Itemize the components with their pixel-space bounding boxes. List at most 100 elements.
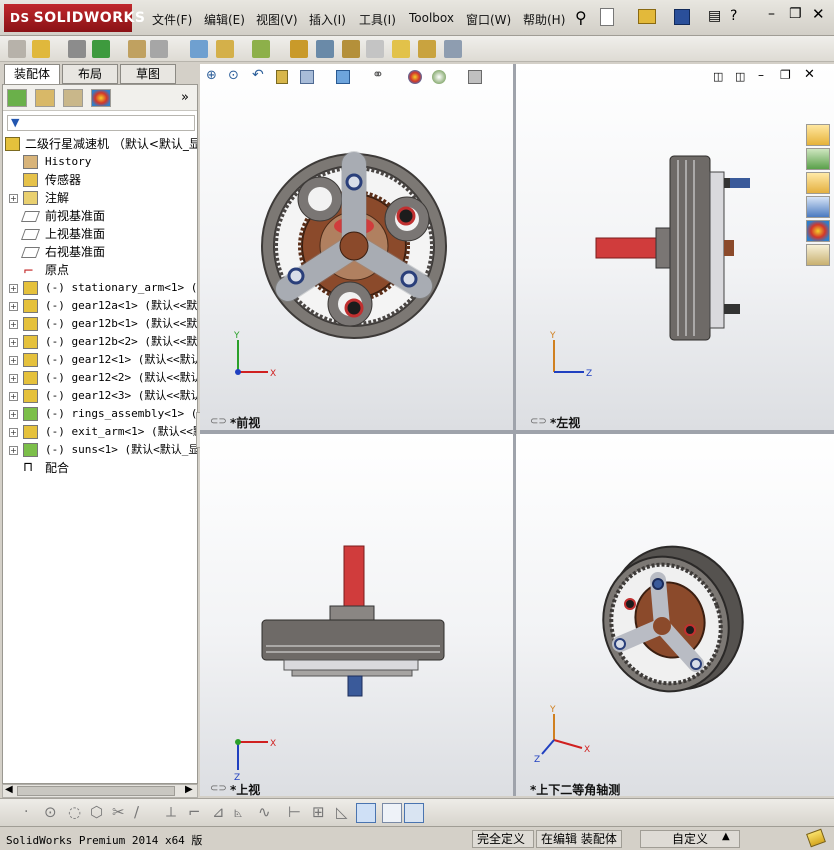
expand-toggle-icon[interactable]: + [9,392,18,401]
expand-toggle-icon[interactable]: + [9,356,18,365]
smart-fasteners-icon[interactable] [128,40,146,58]
menu-help[interactable]: 帮助(H) [523,11,565,28]
convert-icon[interactable]: ⦝ [234,803,243,821]
tree-item[interactable]: + (-) gear12<1> (默认<<默认 [3,351,197,369]
scroll-left-icon[interactable]: ◀ [5,784,13,795]
expand-toggle-icon[interactable]: + [9,410,18,419]
tree-item-label: (-) gear12<3> (默认<<默认 [45,389,197,402]
display-manager-icon[interactable] [91,89,111,107]
units-dropdown-icon[interactable]: ▲ [722,831,730,842]
tree-item[interactable]: + (-) gear12b<2> (默认<<默认 [3,333,197,351]
show-hidden-icon[interactable] [190,40,208,58]
tree-item[interactable]: ⌐ 原点 [3,261,197,279]
feature-manager-icon[interactable] [7,89,27,107]
interference-detection-icon[interactable] [392,40,410,58]
expand-toggle-icon[interactable]: + [9,194,18,203]
menu-toolbox[interactable]: Toolbox [409,11,454,25]
property-manager-icon[interactable] [35,89,55,107]
tree-item[interactable]: + (-) gear12b<1> (默认<<默认 [3,315,197,333]
tab-sketch[interactable]: 草图 [120,64,176,84]
dimension-icon[interactable]: ⊢ [288,803,301,821]
rebuild-tag-icon[interactable] [806,828,826,848]
menu-window[interactable]: 窗口(W) [466,11,511,28]
tab-layout[interactable]: 布局 [62,64,118,84]
clearance-verification-icon[interactable] [418,40,436,58]
tree-item[interactable]: 前视基准面 [3,207,197,225]
menu-view[interactable]: 视图(V) [256,11,298,28]
relations-icon[interactable]: ◺ [336,803,348,821]
open-folder-icon[interactable] [638,9,656,24]
tree-item[interactable]: + (-) gear12<2> (默认<<默认 [3,369,197,387]
trim-icon[interactable]: ✂ [112,803,125,821]
configuration-manager-icon[interactable] [63,89,83,107]
tree-item[interactable]: + (-) rings_assembly<1> (默认 [3,405,197,423]
expand-chevron-icon[interactable]: » [181,90,189,105]
scroll-right-icon[interactable]: ▶ [185,784,193,795]
menu-tools[interactable]: 工具(I) [359,11,396,28]
expand-toggle-icon[interactable]: + [9,320,18,329]
tree-item[interactable]: 右视基准面 [3,243,197,261]
paperclip-icon[interactable] [68,40,86,58]
expand-toggle-icon[interactable]: + [9,446,18,455]
tree-item[interactable]: + (-) gear12a<1> (默认<<默认 [3,297,197,315]
four-view-button[interactable] [404,803,424,823]
line-icon[interactable]: ∕ [134,803,139,821]
pin-icon[interactable]: ⚲ [575,8,587,27]
move-component-icon[interactable] [150,40,168,58]
polygon-icon[interactable]: ⬡ [90,803,103,821]
tree-root[interactable]: 二级行星减速机 （默认<默认_显 [3,135,197,153]
3d-view-button[interactable] [356,803,376,823]
expand-toggle-icon[interactable]: + [9,338,18,347]
menu-insert[interactable]: 插入(I) [309,11,346,28]
insert-component-icon[interactable] [8,40,26,58]
print-icon[interactable]: ▤ [708,8,721,24]
exploded-view-icon[interactable] [342,40,360,58]
expand-toggle-icon[interactable]: + [9,428,18,437]
mate-icon[interactable] [32,40,50,58]
panel-horizontal-scrollbar[interactable]: ◀ ▶ [2,784,198,798]
expand-toggle-icon[interactable]: + [9,374,18,383]
tab-assembly[interactable]: 装配体 [4,64,60,84]
point-icon[interactable]: · [24,804,28,820]
grid-icon[interactable]: ⊞ [312,803,325,821]
spline-icon[interactable]: ∿ [258,803,271,821]
menu-file[interactable]: 文件(F) [152,11,192,28]
arc-icon[interactable]: ◌ [68,803,81,821]
scroll-thumb[interactable] [17,786,175,796]
bill-of-materials-icon[interactable] [316,40,334,58]
assembly-features-icon[interactable] [216,40,234,58]
help-icon[interactable]: ? [730,8,737,24]
tree-item[interactable]: ⊓ 配合 [3,459,197,477]
offset-icon[interactable]: ⊿ [212,803,225,821]
restore-icon[interactable]: ❐ [789,6,802,22]
view-link-icon[interactable]: ⊂⊃ [210,783,227,794]
view-link-icon[interactable]: ⊂⊃ [530,416,547,427]
save-icon[interactable] [674,9,690,25]
menu-edit[interactable]: 编辑(E) [204,11,245,28]
expand-toggle-icon[interactable]: + [9,284,18,293]
minimize-icon[interactable]: – [768,6,775,22]
tree-item[interactable]: History [3,153,197,171]
instant3d-icon[interactable] [444,40,462,58]
single-view-button[interactable] [382,803,402,823]
new-document-icon[interactable] [600,8,614,26]
view-link-icon[interactable]: ⊂⊃ [210,416,227,427]
explode-line-sketch-icon[interactable] [366,40,384,58]
tree-item[interactable]: 传感器 [3,171,197,189]
linear-pattern-icon[interactable] [92,40,110,58]
tree-item[interactable]: 上视基准面 [3,225,197,243]
filter-input[interactable]: ▼ [7,115,195,131]
solidworks-logo[interactable]: DS SOLIDWORKS [4,4,145,32]
reference-geometry-icon[interactable] [252,40,270,58]
tree-item[interactable]: + (-) gear12<3> (默认<<默认 [3,387,197,405]
tree-item[interactable]: + 注解 [3,189,197,207]
tree-item[interactable]: + (-) suns<1> (默认<默认_显 [3,441,197,459]
circle-icon[interactable]: ⊙ [44,803,57,821]
close-icon[interactable]: ✕ [812,5,825,23]
new-motion-study-icon[interactable] [290,40,308,58]
mirror-icon[interactable]: ⟂ [166,803,176,821]
fillet-icon[interactable]: ⌐ [188,803,201,821]
expand-toggle-icon[interactable]: + [9,302,18,311]
tree-item[interactable]: + (-) exit_arm<1> (默认<<默认 [3,423,197,441]
tree-item[interactable]: + (-) stationary_arm<1> (默认 [3,279,197,297]
